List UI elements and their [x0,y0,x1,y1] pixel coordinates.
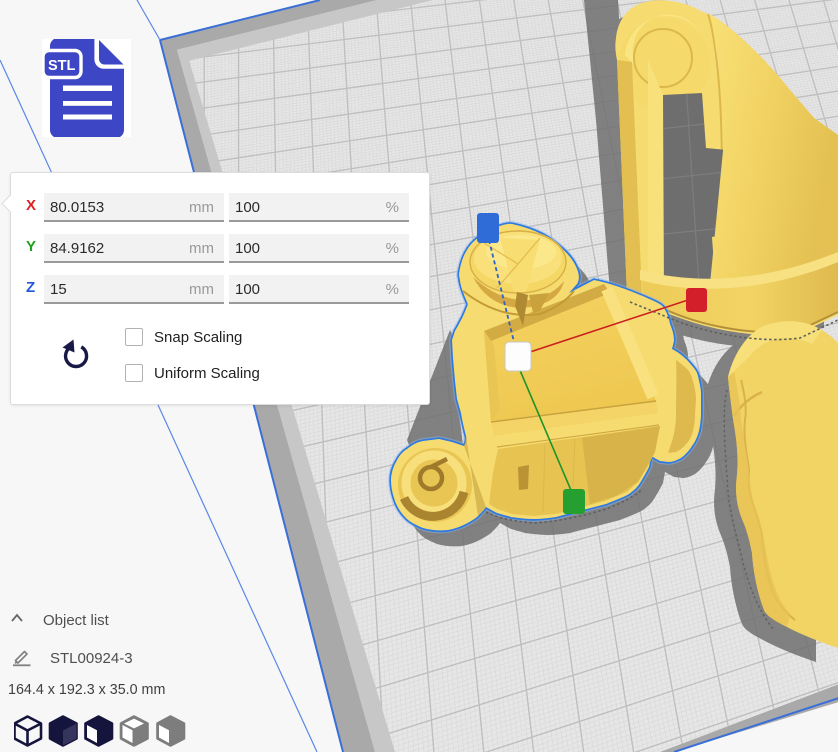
svg-text:STL: STL [48,58,76,74]
